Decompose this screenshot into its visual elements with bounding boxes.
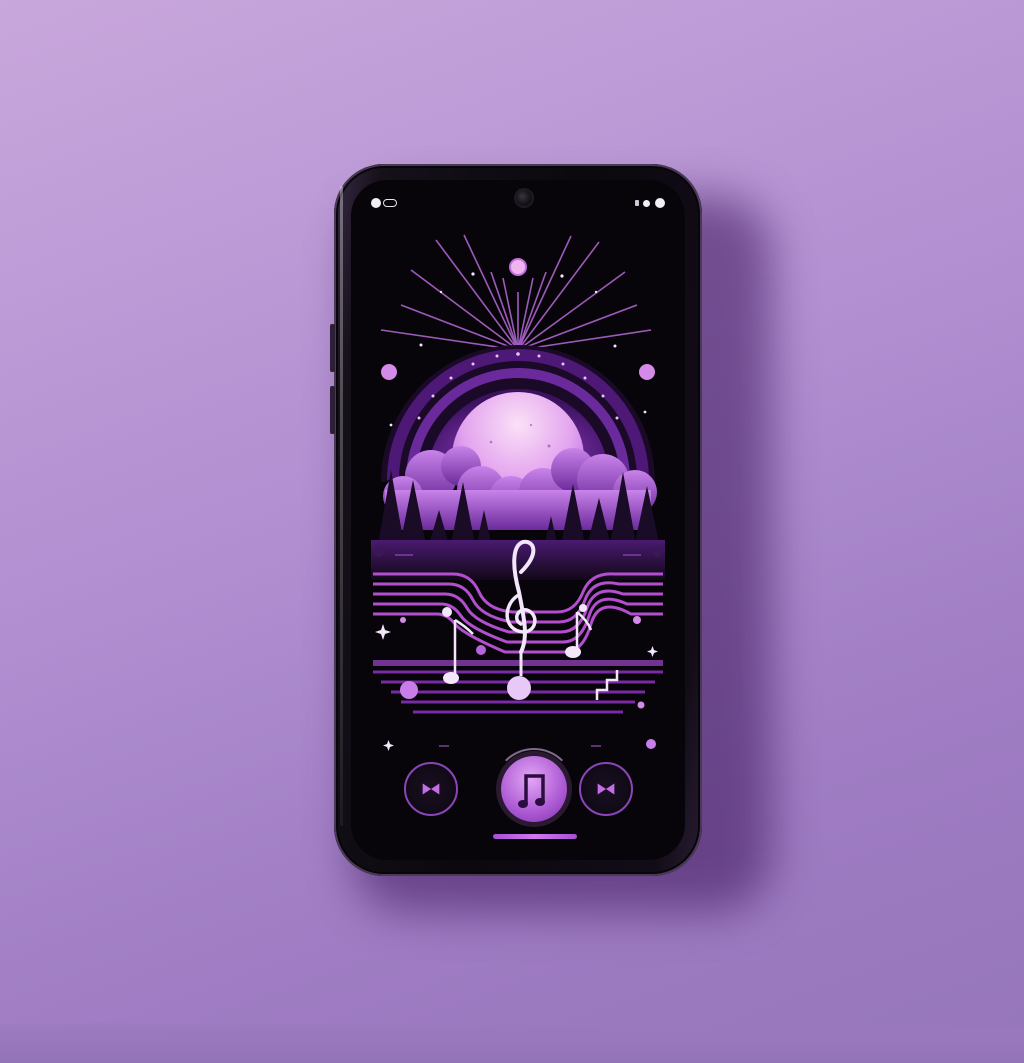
skip-previous-icon xyxy=(422,783,440,795)
sunburst-icon xyxy=(380,234,652,351)
page-background-band xyxy=(0,1021,1024,1063)
note-head-right xyxy=(565,646,581,658)
front-camera-icon xyxy=(516,190,532,206)
home-indicator[interactable] xyxy=(493,834,577,839)
music-note-icon xyxy=(453,611,619,700)
screen-glare xyxy=(340,186,343,826)
dot-right-floor xyxy=(652,547,662,557)
signal-tick-icon xyxy=(635,200,639,206)
staff-base xyxy=(373,660,663,666)
phone-screen xyxy=(351,180,685,860)
status-bar xyxy=(351,180,685,220)
music-note-icon xyxy=(518,774,545,808)
orb-left xyxy=(381,364,397,380)
previous-button[interactable] xyxy=(404,762,458,816)
dot-left-floor xyxy=(374,547,384,557)
play-button[interactable] xyxy=(501,756,567,822)
phone-device xyxy=(330,164,702,876)
orb-top xyxy=(509,258,527,276)
status-dot-icon xyxy=(371,198,381,208)
note-head-small-left xyxy=(442,607,452,617)
next-button[interactable] xyxy=(579,762,633,816)
volume-down-button[interactable] xyxy=(330,386,335,434)
battery-dot-icon xyxy=(655,198,665,208)
note-head-left xyxy=(443,672,459,684)
skip-next-icon xyxy=(597,783,615,795)
player-controls xyxy=(351,728,685,848)
link-pill-icon xyxy=(383,199,397,207)
volume-up-button[interactable] xyxy=(330,324,335,372)
note-head-small-right xyxy=(579,604,587,612)
wifi-dot-icon xyxy=(643,200,650,207)
orb-right xyxy=(639,364,655,380)
